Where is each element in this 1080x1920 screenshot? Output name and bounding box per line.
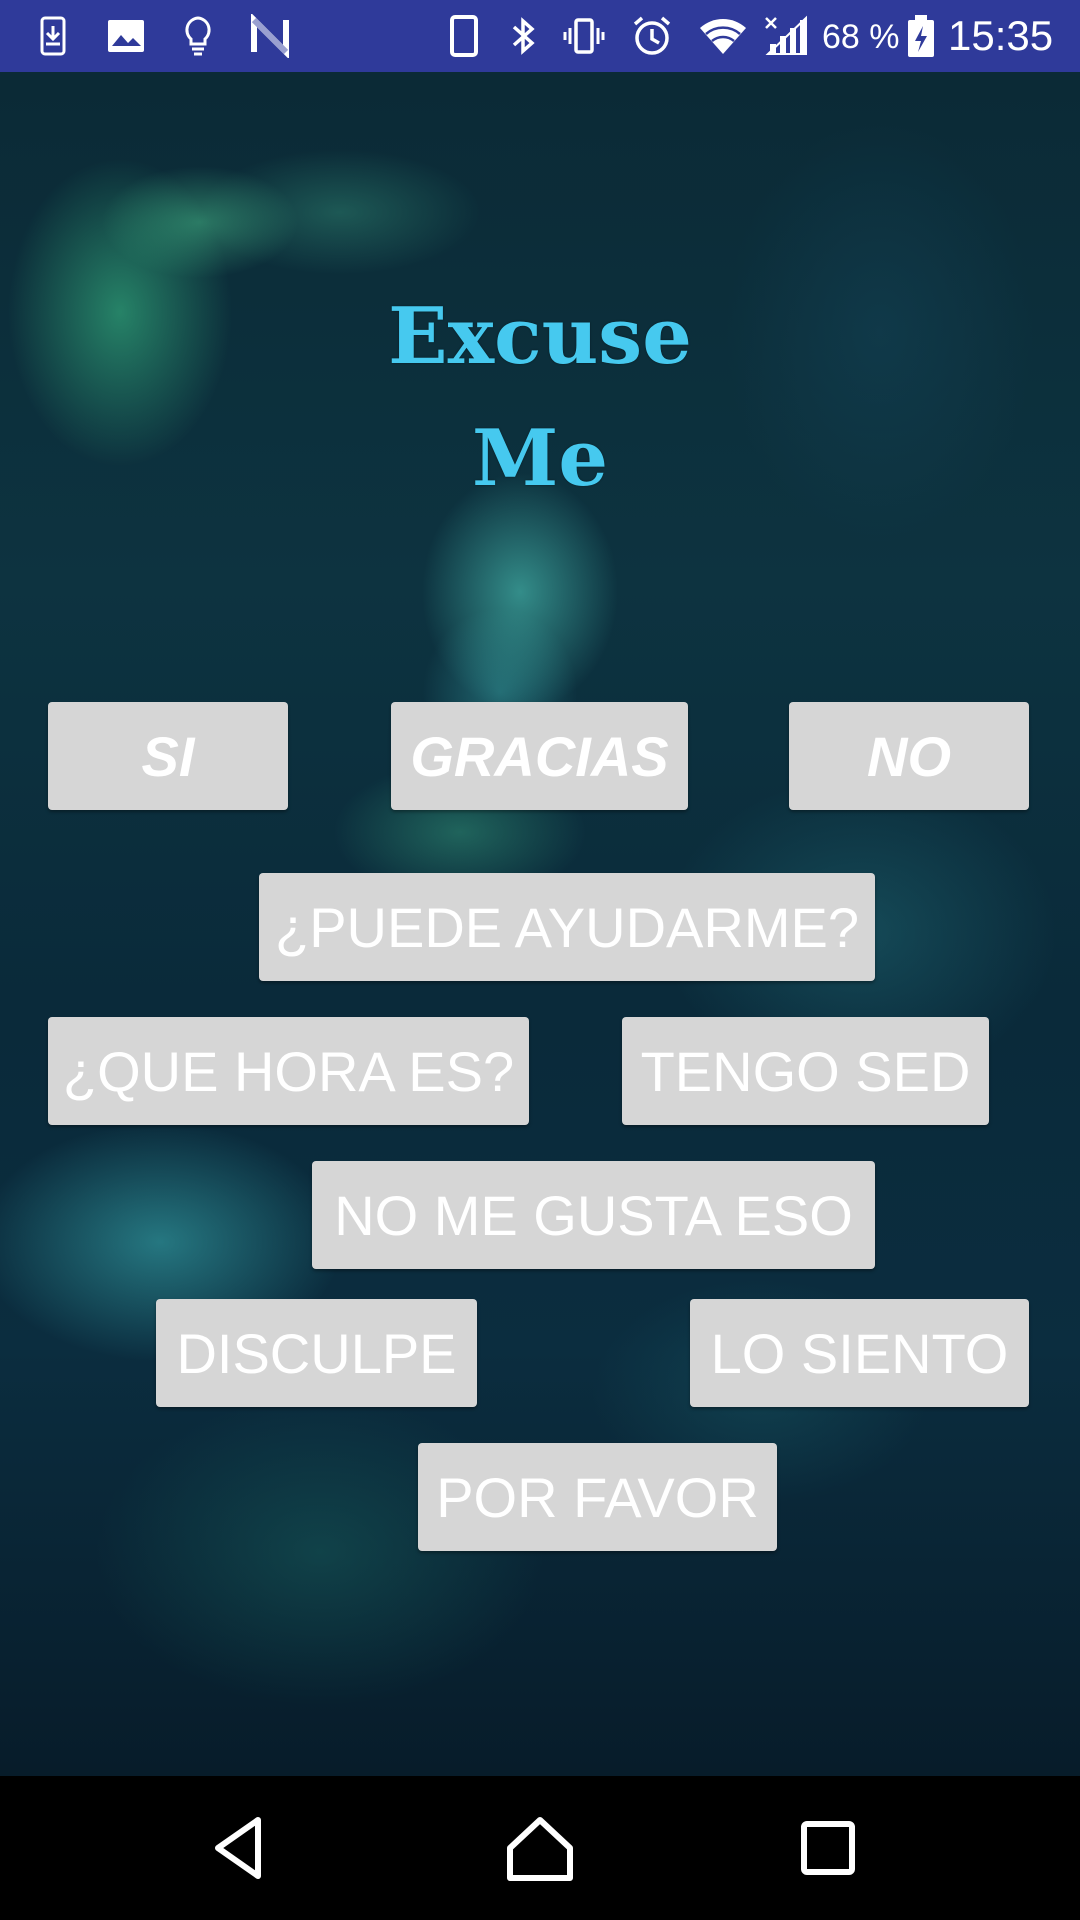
- recents-icon[interactable]: [788, 1808, 868, 1888]
- status-bar: 68 % 15:35: [0, 0, 1080, 72]
- por-favor-button[interactable]: POR FAVOR: [418, 1443, 777, 1551]
- navigation-bar: [0, 1776, 1080, 1920]
- disculpe-button[interactable]: DISCULPE: [156, 1299, 477, 1407]
- alarm-icon: [633, 16, 671, 55]
- battery-charging-icon: [908, 15, 934, 57]
- lightbulb-icon: [185, 16, 211, 56]
- que-hora-es-button[interactable]: ¿QUE HORA ES?: [48, 1017, 529, 1125]
- gracias-button[interactable]: GRACIAS: [391, 702, 688, 810]
- vibrate-icon: [563, 18, 605, 54]
- no-button[interactable]: NO: [789, 702, 1029, 810]
- lo-siento-button[interactable]: LO SIENTO: [690, 1299, 1029, 1407]
- image-icon: [108, 20, 144, 52]
- battery-percent: 68 %: [822, 18, 900, 56]
- screen: 68 % 15:35 Excuse Me SI GRACIAS NO ¿PUED…: [0, 0, 1080, 1920]
- puede-ayudarme-button[interactable]: ¿PUEDE AYUDARME?: [259, 873, 875, 981]
- si-button[interactable]: SI: [48, 702, 288, 810]
- no-me-gusta-eso-button[interactable]: NO ME GUSTA ESO: [312, 1161, 875, 1269]
- n-logo-icon: [251, 14, 289, 58]
- bluetooth-icon: [512, 17, 535, 55]
- download-icon: [40, 16, 66, 56]
- home-icon[interactable]: [500, 1808, 580, 1888]
- back-icon[interactable]: [200, 1808, 280, 1888]
- tengo-sed-button[interactable]: TENGO SED: [622, 1017, 989, 1125]
- clock: 15:35: [948, 12, 1054, 59]
- signal-icon: [765, 15, 807, 55]
- wifi-icon: [700, 19, 746, 54]
- app-title-line-2: Me: [472, 413, 608, 504]
- app-title-line-1: Excuse: [388, 291, 692, 382]
- phone-icon: [450, 15, 478, 57]
